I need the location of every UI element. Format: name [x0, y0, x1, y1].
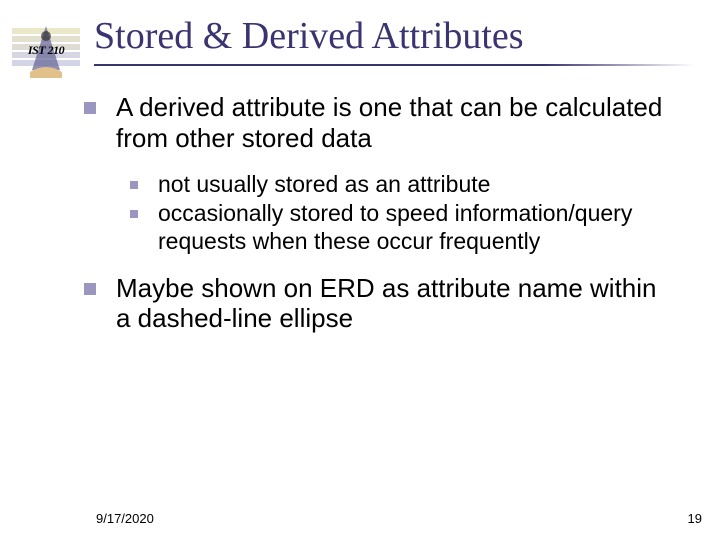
bullet-text: A derived attribute is one that can be c…: [116, 92, 662, 153]
footer-date: 9/17/2020: [96, 511, 154, 526]
bullet-level1: A derived attribute is one that can be c…: [80, 92, 674, 153]
sub-bullet-group: not usually stored as an attribute occas…: [130, 171, 674, 254]
bullet-level2: not usually stored as an attribute: [130, 171, 674, 198]
title-underline: [94, 64, 694, 66]
bullet-text: Maybe shown on ERD as attribute name wit…: [116, 273, 657, 334]
logo-label: IST 210: [28, 43, 64, 58]
slide: IST 210 Stored & Derived Attributes A de…: [0, 0, 720, 540]
slide-title: Stored & Derived Attributes: [94, 16, 700, 58]
bullet-level2: occasionally stored to speed information…: [130, 200, 674, 254]
bullet-text: occasionally stored to speed information…: [158, 200, 632, 253]
bullet-square-icon: [130, 181, 138, 189]
course-logo: IST 210: [8, 22, 84, 78]
bullet-square-icon: [84, 102, 96, 114]
bullet-square-icon: [130, 210, 138, 218]
bullet-square-icon: [84, 283, 96, 295]
footer-page-number: 19: [688, 511, 702, 526]
bullet-text: not usually stored as an attribute: [158, 171, 490, 197]
title-area: Stored & Derived Attributes: [94, 16, 700, 66]
body-area: A derived attribute is one that can be c…: [80, 92, 674, 352]
bullet-level1: Maybe shown on ERD as attribute name wit…: [80, 273, 674, 334]
